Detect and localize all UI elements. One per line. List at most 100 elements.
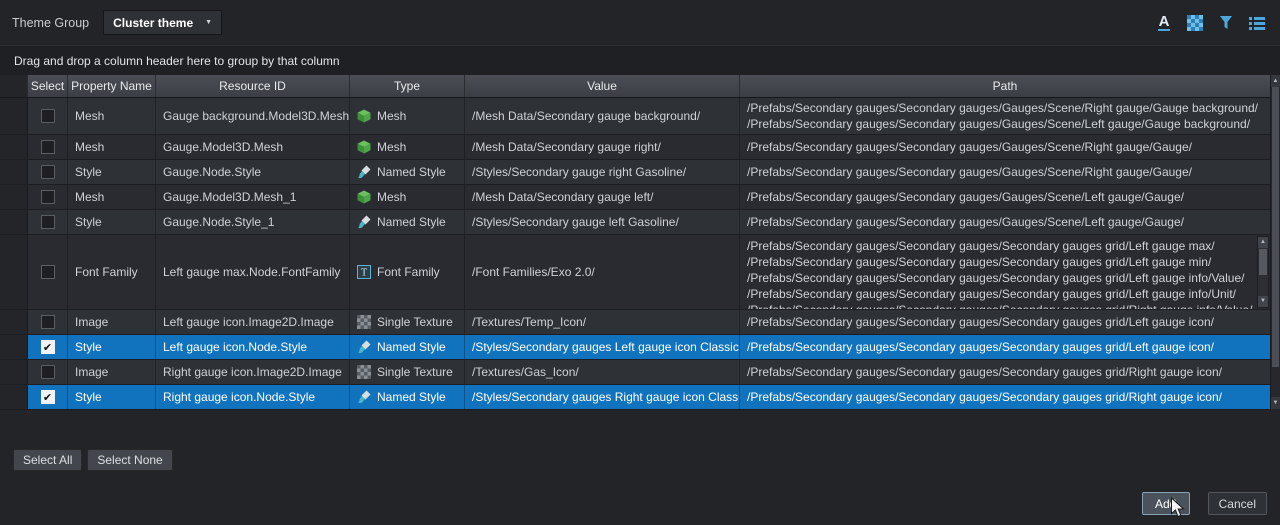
select-cell xyxy=(28,160,68,184)
table-row[interactable]: Style Gauge.Node.Style_1 Named Style/Style… xyxy=(0,210,1270,235)
named-style-icon xyxy=(357,340,371,354)
toolbar: Theme Group Cluster theme ▼ A xyxy=(0,0,1280,45)
cancel-button[interactable]: Cancel xyxy=(1207,492,1267,515)
path-line: /Prefabs/Secondary gauges/Secondary gaug… xyxy=(747,340,1214,354)
theme-dropdown-value: Cluster theme xyxy=(113,15,194,30)
column-header-value[interactable]: Value xyxy=(465,75,740,97)
table-vertical-scrollbar[interactable]: ▲ ▼ xyxy=(1270,75,1280,409)
property-name-cell: Style xyxy=(68,160,156,184)
path-line: /Prefabs/Secondary gauges/Secondary gaug… xyxy=(747,101,1259,115)
row-indicator xyxy=(0,98,28,134)
select-cell: ✔ xyxy=(28,335,68,359)
property-name-cell: Mesh xyxy=(68,98,156,134)
column-header-type[interactable]: Type xyxy=(350,75,465,97)
row-indicator xyxy=(0,385,28,409)
path-cell: /Prefabs/Secondary gauges/Secondary gaug… xyxy=(740,360,1270,384)
type-label: Mesh xyxy=(377,109,407,123)
row-checkbox[interactable] xyxy=(40,215,55,229)
row-checkbox[interactable] xyxy=(40,165,55,179)
table-row[interactable]: ✔ Style Right gauge icon.Node.Style Named S… xyxy=(0,385,1270,410)
row-indicator xyxy=(0,210,28,234)
font-underline-icon[interactable]: A xyxy=(1153,12,1175,34)
add-button[interactable]: Add xyxy=(1141,492,1190,515)
value-cell: /Styles/Secondary gauges Right gauge ico… xyxy=(465,385,740,409)
column-header-spacer xyxy=(0,75,28,97)
type-cell: Single Texture xyxy=(350,310,465,334)
scroll-up-icon[interactable]: ▲ xyxy=(1271,75,1280,87)
table-row[interactable]: Mesh Gauge.Model3D.Mesh_1 Mesh/Mesh Data/S… xyxy=(0,185,1270,210)
theme-dropdown[interactable]: Cluster theme ▼ xyxy=(103,10,223,35)
path-line: /Prefabs/Secondary gauges/Secondary gaug… xyxy=(747,117,1251,131)
scroll-up-icon[interactable]: ▲ xyxy=(1258,237,1268,248)
path-line: /Prefabs/Secondary gauges/Secondary gaug… xyxy=(747,302,1252,309)
table-row[interactable]: Font Family Left gauge max.Node.FontFamil… xyxy=(0,235,1270,310)
column-header-property-name[interactable]: Property Name xyxy=(68,75,156,97)
single-texture-icon xyxy=(357,315,371,329)
row-indicator xyxy=(0,310,28,334)
property-name-cell: Style xyxy=(68,210,156,234)
path-line: /Prefabs/Secondary gauges/Secondary gaug… xyxy=(747,140,1192,154)
resource-id-cell: Left gauge icon.Node.Style xyxy=(156,335,350,359)
type-label: Named Style xyxy=(377,340,446,354)
table-row[interactable]: Mesh Gauge background.Model3D.Mesh Mesh/Me… xyxy=(0,98,1270,135)
resource-id-cell: Gauge.Model3D.Mesh xyxy=(156,135,350,159)
path-cell: /Prefabs/Secondary gauges/Secondary gaug… xyxy=(740,210,1270,234)
theme-group-dialog: Theme Group Cluster theme ▼ A Drag and d… xyxy=(0,0,1280,525)
table-row[interactable]: ✔ Style Left gauge icon.Node.Style Named St… xyxy=(0,335,1270,360)
path-cell: /Prefabs/Secondary gauges/Secondary gaug… xyxy=(740,310,1270,334)
scroll-track[interactable] xyxy=(1271,87,1280,397)
theme-group-label: Theme Group xyxy=(12,15,90,30)
filter-icon[interactable] xyxy=(1215,12,1237,34)
table-row[interactable]: Image Right gauge icon.Image2D.Image Singl… xyxy=(0,360,1270,385)
group-by-bar[interactable]: Drag and drop a column header here to gr… xyxy=(0,45,1280,75)
resource-id-cell: Right gauge icon.Image2D.Image xyxy=(156,360,350,384)
path-line: /Prefabs/Secondary gauges/Secondary gaug… xyxy=(747,215,1184,229)
mesh-icon xyxy=(357,109,371,123)
resource-id-cell: Left gauge icon.Image2D.Image xyxy=(156,310,350,334)
type-cell: Named Style xyxy=(350,160,465,184)
row-checkbox[interactable] xyxy=(40,140,55,154)
row-checkbox[interactable] xyxy=(40,265,55,279)
single-texture-icon xyxy=(357,365,371,379)
table-row[interactable]: Style Gauge.Node.Style Named Style/Styles/… xyxy=(0,160,1270,185)
svg-text:T: T xyxy=(361,268,367,279)
row-checkbox[interactable]: ✔ xyxy=(40,390,55,404)
type-label: Single Texture xyxy=(377,365,453,379)
path-line: /Prefabs/Secondary gauges/Secondary gaug… xyxy=(747,255,1212,269)
column-header-resource-id[interactable]: Resource ID xyxy=(156,75,350,97)
path-cell-scrollbar[interactable]: ▲ ▼ xyxy=(1257,236,1269,308)
texture-grid-icon[interactable] xyxy=(1184,12,1206,34)
property-table: Select Property Name Resource ID Type Va… xyxy=(0,75,1270,410)
named-style-icon xyxy=(357,390,371,404)
scroll-thumb[interactable] xyxy=(1259,249,1267,275)
font-family-icon: T xyxy=(357,265,371,279)
row-indicator xyxy=(0,135,28,159)
scroll-down-icon[interactable]: ▼ xyxy=(1271,397,1280,409)
path-line: /Prefabs/Secondary gauges/Secondary gaug… xyxy=(747,365,1222,379)
toolbar-icons: A xyxy=(1153,12,1268,34)
column-header-select[interactable]: Select xyxy=(28,75,68,97)
path-cell: /Prefabs/Secondary gauges/Secondary gaug… xyxy=(740,135,1270,159)
list-view-icon[interactable] xyxy=(1246,12,1268,34)
select-none-button[interactable]: Select None xyxy=(87,449,173,471)
row-checkbox[interactable] xyxy=(40,109,55,123)
column-header-path[interactable]: Path xyxy=(740,75,1270,97)
select-cell: ✔ xyxy=(28,385,68,409)
scroll-thumb[interactable] xyxy=(1272,87,1279,367)
value-cell: /Textures/Gas_Icon/ xyxy=(465,360,740,384)
group-by-hint: Drag and drop a column header here to gr… xyxy=(14,53,340,68)
table-row[interactable]: Image Left gauge icon.Image2D.Image Single… xyxy=(0,310,1270,335)
path-line: /Prefabs/Secondary gauges/Secondary gaug… xyxy=(747,287,1236,301)
row-checkbox[interactable] xyxy=(40,315,55,329)
value-cell: /Textures/Temp_Icon/ xyxy=(465,310,740,334)
row-indicator xyxy=(0,335,28,359)
scroll-down-icon[interactable]: ▼ xyxy=(1258,296,1268,307)
select-all-button[interactable]: Select All xyxy=(13,449,83,471)
table-row[interactable]: Mesh Gauge.Model3D.Mesh Mesh/Mesh Data/Sec… xyxy=(0,135,1270,160)
named-style-icon xyxy=(357,165,371,179)
row-checkbox[interactable]: ✔ xyxy=(40,340,55,354)
scroll-track[interactable] xyxy=(1258,248,1268,296)
row-checkbox[interactable] xyxy=(40,190,55,204)
row-checkbox[interactable] xyxy=(40,365,55,379)
select-cell xyxy=(28,185,68,209)
